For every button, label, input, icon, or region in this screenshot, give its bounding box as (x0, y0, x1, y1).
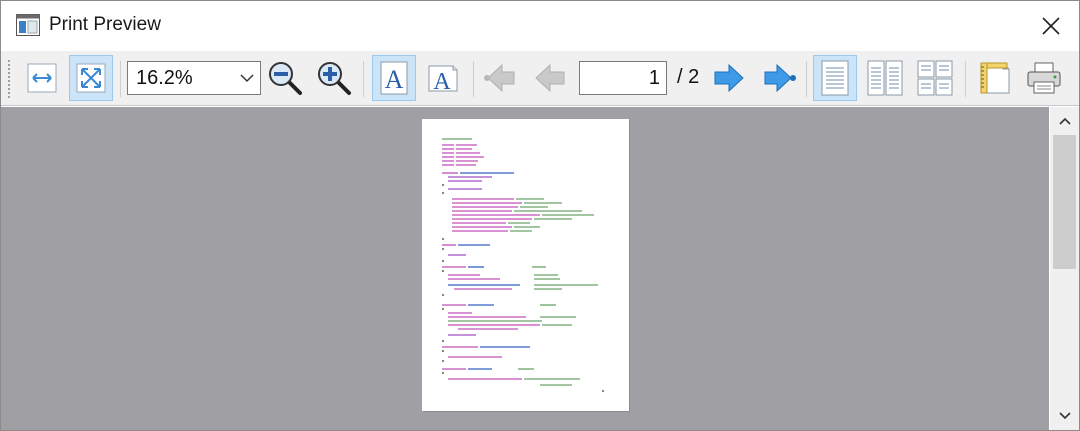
app-window-icon (16, 14, 40, 36)
preview-canvas[interactable] (1, 107, 1049, 430)
fit-width-icon (27, 63, 57, 93)
zoom-level-value: 16.2% (136, 66, 193, 89)
toolbar-separator (806, 61, 807, 97)
zoom-out-icon (269, 62, 302, 95)
fit-width-button[interactable] (20, 55, 64, 101)
close-button[interactable] (1033, 9, 1069, 43)
page-code-content (442, 138, 604, 392)
arrow-right-icon (714, 63, 744, 93)
next-page-button[interactable] (707, 55, 751, 101)
page-setup-icon (980, 62, 1010, 94)
page-setup-button[interactable] (973, 55, 1017, 101)
zoom-out-button[interactable] (263, 55, 307, 101)
printer-icon (1027, 62, 1061, 94)
svg-text:A: A (385, 65, 404, 94)
chevron-down-icon (1058, 412, 1071, 420)
previous-page-button[interactable] (528, 55, 572, 101)
zoom-level-select[interactable]: 16.2% (127, 61, 261, 95)
landscape-page-icon: A (428, 65, 458, 95)
toolbar-separator (965, 61, 966, 97)
vertical-scrollbar[interactable] (1050, 107, 1079, 430)
first-page-icon (484, 63, 515, 93)
fit-page-icon (76, 63, 106, 93)
toolbar: 16.2% A A 1 / 2 (1, 51, 1079, 106)
scroll-up-button[interactable] (1050, 109, 1079, 133)
last-page-button[interactable] (756, 55, 800, 101)
four-page-view-button[interactable] (913, 55, 957, 101)
toolbar-separator (473, 61, 474, 97)
title-bar: Print Preview (1, 1, 1079, 51)
toolbar-grip[interactable] (7, 59, 11, 99)
two-pages-icon (867, 60, 903, 96)
window-title: Print Preview (49, 14, 161, 35)
first-page-button[interactable] (479, 55, 523, 101)
scroll-down-button[interactable] (1050, 404, 1079, 428)
zoom-in-icon (318, 62, 351, 95)
arrow-left-icon (535, 63, 565, 93)
svg-text:A: A (433, 69, 451, 95)
chevron-up-icon (1058, 117, 1071, 125)
close-icon (1042, 17, 1060, 35)
last-page-icon (764, 63, 796, 93)
two-page-view-button[interactable] (863, 55, 907, 101)
portrait-orientation-button[interactable]: A (372, 55, 416, 101)
page-thumbnail (422, 119, 629, 411)
print-button[interactable] (1022, 55, 1066, 101)
toolbar-separator (120, 61, 121, 97)
single-page-icon (821, 60, 849, 96)
single-page-view-button[interactable] (813, 55, 857, 101)
toolbar-separator (363, 61, 364, 97)
current-page-input[interactable] (579, 61, 667, 95)
chevron-down-icon (234, 73, 260, 83)
scrollbar-thumb[interactable] (1053, 135, 1076, 269)
fit-page-button[interactable] (69, 55, 113, 101)
portrait-page-icon: A (380, 61, 408, 95)
four-pages-icon (917, 60, 953, 96)
zoom-in-button[interactable] (312, 55, 356, 101)
landscape-orientation-button[interactable]: A (421, 55, 465, 101)
page-total-label: / 2 (677, 66, 700, 88)
print-preview-window: Print Preview 16.2% A A 1 / 2 (0, 0, 1080, 431)
